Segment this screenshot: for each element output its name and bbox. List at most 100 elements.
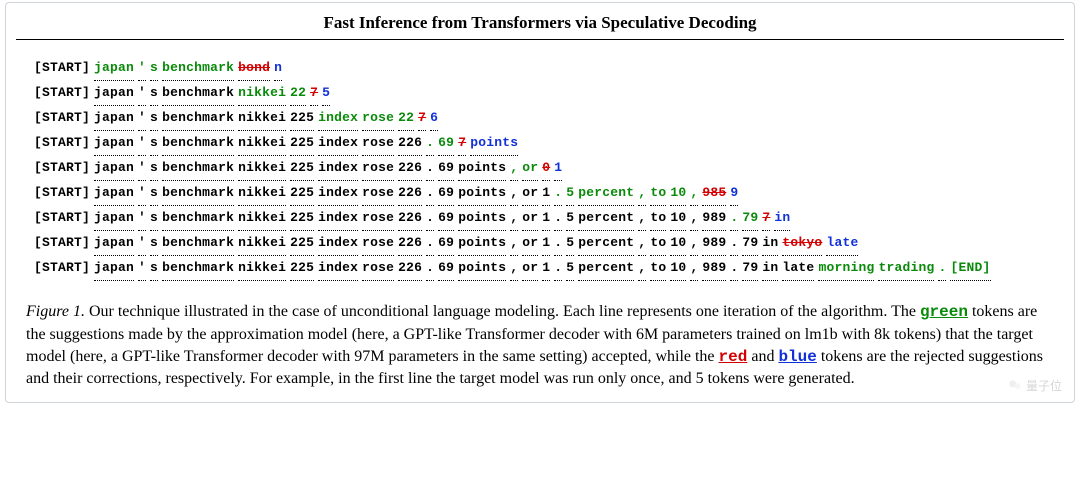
token: 69: [438, 256, 454, 281]
token: .: [730, 206, 738, 231]
token: 9: [730, 181, 738, 206]
token: 1: [554, 156, 562, 181]
token: 989: [702, 231, 726, 256]
token: nikkei: [238, 206, 286, 231]
token: points: [458, 256, 506, 281]
iteration-row: [START]japan'sbenchmarknikkei225indexros…: [34, 156, 1064, 181]
token: nikkei: [238, 106, 286, 131]
token: rose: [362, 131, 394, 156]
token: [START]: [34, 256, 90, 280]
figure-label: Figure 1.: [26, 303, 85, 320]
keyword-green: green: [920, 303, 968, 321]
token: 10: [670, 256, 686, 281]
token: ,: [638, 206, 646, 231]
token: japan: [94, 56, 134, 81]
token: to: [650, 231, 666, 256]
token: ,: [510, 231, 518, 256]
token: ': [138, 256, 146, 281]
iteration-trace: [START]japan'sbenchmarkbondn[START]japan…: [16, 56, 1064, 281]
token: japan: [94, 206, 134, 231]
token: index: [318, 131, 358, 156]
token: 226: [398, 181, 422, 206]
token: 69: [438, 156, 454, 181]
token: nikkei: [238, 156, 286, 181]
token: to: [650, 181, 666, 206]
wechat-icon: [1008, 378, 1022, 392]
token: trading: [878, 256, 934, 281]
figure-caption: Figure 1. Our technique illustrated in t…: [16, 281, 1064, 391]
token: 985: [702, 181, 726, 206]
token: 5: [566, 231, 574, 256]
token: 10: [670, 181, 686, 206]
token: .: [426, 206, 434, 231]
token: [START]: [34, 81, 90, 105]
token: 6: [430, 106, 438, 131]
token: ': [138, 131, 146, 156]
token: 225: [290, 156, 314, 181]
token: rose: [362, 206, 394, 231]
caption-text-3: and: [751, 348, 778, 365]
token: [START]: [34, 56, 90, 80]
token: ,: [690, 181, 698, 206]
token: percent: [578, 256, 634, 281]
token: .: [938, 256, 946, 281]
token: nikkei: [238, 131, 286, 156]
token: 225: [290, 106, 314, 131]
token: s: [150, 56, 158, 81]
token: points: [458, 206, 506, 231]
token: benchmark: [162, 106, 234, 131]
token: n: [274, 56, 282, 81]
token: morning: [818, 256, 874, 281]
token: [START]: [34, 131, 90, 155]
token: ,: [510, 181, 518, 206]
token: 1: [542, 206, 550, 231]
token: 22: [398, 106, 414, 131]
token: points: [458, 231, 506, 256]
token: 7: [418, 106, 426, 131]
token: or: [522, 231, 538, 256]
token: benchmark: [162, 56, 234, 81]
token: 5: [322, 81, 330, 106]
token: benchmark: [162, 156, 234, 181]
token: percent: [578, 206, 634, 231]
token: 225: [290, 181, 314, 206]
token: [START]: [34, 156, 90, 180]
token: japan: [94, 156, 134, 181]
token: 0: [542, 156, 550, 181]
token: percent: [578, 231, 634, 256]
token: 226: [398, 156, 422, 181]
token: ,: [638, 231, 646, 256]
token: or: [522, 156, 538, 181]
token: 7: [762, 206, 770, 231]
iteration-row: [START]japan'sbenchmarknikkei225indexros…: [34, 206, 1064, 231]
token: .: [554, 231, 562, 256]
token: japan: [94, 181, 134, 206]
token: s: [150, 156, 158, 181]
token: 226: [398, 231, 422, 256]
source-watermark: 量子位: [1008, 377, 1062, 394]
token: percent: [578, 181, 634, 206]
token: nikkei: [238, 81, 286, 106]
token: 79: [742, 231, 758, 256]
token: .: [426, 256, 434, 281]
iteration-row: [START]japan'sbenchmarknikkei2275: [34, 81, 1064, 106]
token: points: [458, 181, 506, 206]
token: 5: [566, 256, 574, 281]
token: ': [138, 156, 146, 181]
token: [START]: [34, 206, 90, 230]
token: 10: [670, 206, 686, 231]
token: ': [138, 56, 146, 81]
token: japan: [94, 231, 134, 256]
token: s: [150, 206, 158, 231]
token: 10: [670, 231, 686, 256]
token: in: [774, 206, 790, 231]
token: or: [522, 181, 538, 206]
token: rose: [362, 231, 394, 256]
token: ,: [638, 256, 646, 281]
title-rule: [16, 39, 1064, 40]
token: nikkei: [238, 256, 286, 281]
token: ,: [510, 156, 518, 181]
token: s: [150, 131, 158, 156]
token: 226: [398, 206, 422, 231]
token: benchmark: [162, 206, 234, 231]
